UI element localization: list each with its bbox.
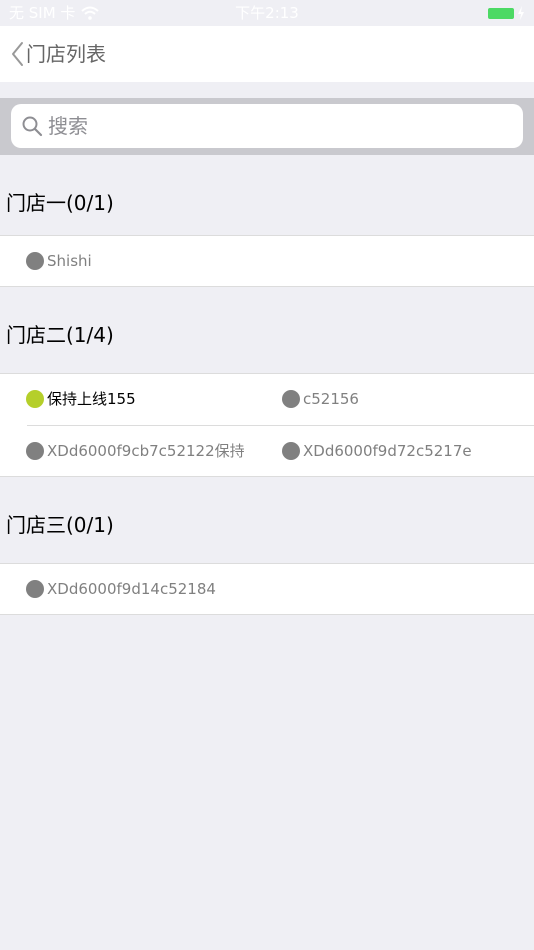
offline-status-dot <box>282 442 300 460</box>
device-name: XDd6000f9d72c5217e <box>303 442 472 460</box>
navigation-bar: 门店列表 <box>0 26 534 82</box>
status-bar: 无 SIM 卡 下午2:13 <box>0 0 534 26</box>
charging-icon <box>518 6 524 20</box>
device-item[interactable]: 保持上线155 <box>26 387 136 411</box>
device-list: XDd6000f9d14c52184 <box>0 563 534 615</box>
device-list: 保持上线155 c52156 XDd6000f9cb7c52122保持 XDd6… <box>0 373 534 477</box>
offline-status-dot <box>26 580 44 598</box>
device-item[interactable]: XDd6000f9d14c52184 <box>26 577 216 601</box>
row-divider <box>27 425 534 426</box>
status-time: 下午2:13 <box>235 4 299 22</box>
search-bar <box>0 98 534 155</box>
section-header: 门店一(0/1) <box>0 170 534 236</box>
section-header: 门店三(0/1) <box>0 492 534 558</box>
page-title: 门店列表 <box>26 42 106 66</box>
search-field[interactable] <box>11 104 523 148</box>
device-item[interactable]: XDd6000f9cb7c52122保持 <box>26 439 245 463</box>
device-name: Shishi <box>47 252 92 270</box>
store-title: 门店三(0/1) <box>6 513 114 537</box>
search-input[interactable] <box>48 104 508 148</box>
store-title: 门店二(1/4) <box>6 323 114 347</box>
device-list: Shishi <box>0 235 534 287</box>
offline-status-dot <box>26 252 44 270</box>
device-name: XDd6000f9d14c52184 <box>47 580 216 598</box>
section-header: 门店二(1/4) <box>0 302 534 368</box>
chevron-left-icon <box>12 42 23 66</box>
device-item[interactable]: Shishi <box>26 249 92 273</box>
device-name: 保持上线155 <box>47 390 136 408</box>
store-title: 门店一(0/1) <box>6 191 114 215</box>
offline-status-dot <box>282 390 300 408</box>
store-list-screen: 无 SIM 卡 下午2:13 门店列表 搜索 门店一(0/1) Shishi 门… <box>0 0 534 950</box>
device-name: c52156 <box>303 390 359 408</box>
battery-icon <box>488 8 514 19</box>
device-item[interactable]: XDd6000f9d72c5217e <box>282 439 472 463</box>
online-status-dot <box>26 390 44 408</box>
device-item[interactable]: c52156 <box>282 387 359 411</box>
device-name: XDd6000f9cb7c52122保持 <box>47 442 245 460</box>
search-icon <box>22 116 43 137</box>
offline-status-dot <box>26 442 44 460</box>
back-button[interactable]: 门店列表 <box>10 39 106 69</box>
